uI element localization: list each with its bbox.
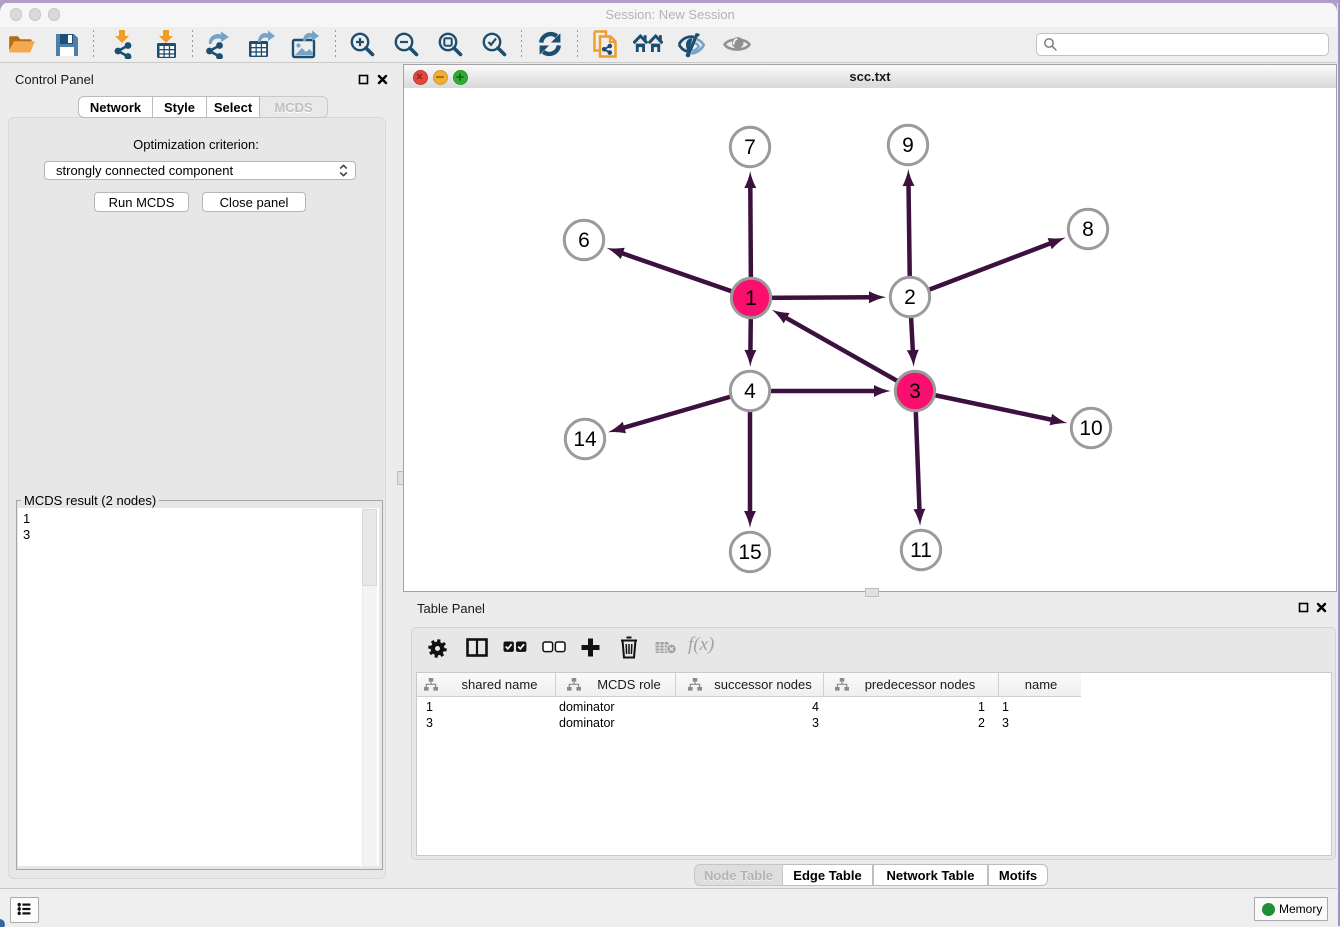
svg-text:2: 2	[904, 286, 916, 309]
svg-text:7: 7	[744, 136, 756, 159]
svg-text:11: 11	[910, 539, 932, 562]
svg-text:1: 1	[745, 287, 757, 310]
svg-text:4: 4	[744, 380, 756, 403]
svg-text:14: 14	[573, 428, 597, 451]
svg-text:10: 10	[1079, 417, 1102, 440]
svg-text:8: 8	[1082, 218, 1094, 241]
svg-text:15: 15	[738, 541, 761, 564]
svg-text:3: 3	[909, 380, 921, 403]
svg-text:6: 6	[578, 229, 590, 252]
svg-text:9: 9	[902, 134, 914, 157]
